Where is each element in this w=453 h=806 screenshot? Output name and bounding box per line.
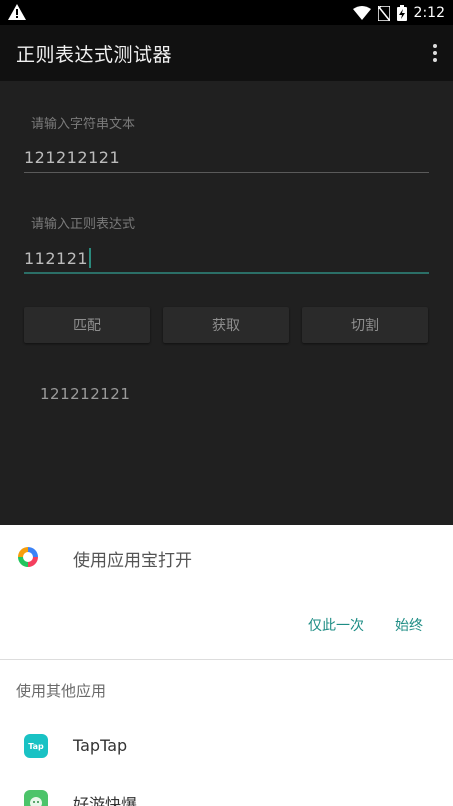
app-title: 正则表达式测试器 xyxy=(16,44,173,66)
regex-input-label: 请输入正则表达式 xyxy=(31,217,136,232)
status-bar: 2:12 xyxy=(0,0,453,25)
app-chooser-sheet: 使用应用宝打开 仅此一次 始终 使用其他应用 Tap TapTap 好游快爆 xyxy=(0,525,453,806)
text-input-label: 请输入字符串文本 xyxy=(31,117,136,132)
match-button[interactable]: 匹配 xyxy=(24,307,150,343)
taptap-app-icon: Tap xyxy=(24,734,48,758)
screen: 2:12 正则表达式测试器 请输入字符串文本 121212121 请输入正则表达… xyxy=(0,0,453,806)
no-sim-icon xyxy=(377,5,390,21)
sheet-divider xyxy=(0,659,453,660)
regex-input-value: 112121 xyxy=(24,249,89,268)
just-once-button[interactable]: 仅此一次 xyxy=(308,615,364,635)
face-icon xyxy=(30,797,42,806)
more-vertical-icon[interactable] xyxy=(431,43,439,63)
warning-icon xyxy=(8,4,26,20)
other-apps-header: 使用其他应用 xyxy=(16,682,107,700)
status-time: 2:12 xyxy=(413,5,445,21)
primary-app-title[interactable]: 使用应用宝打开 xyxy=(73,546,192,571)
text-input[interactable]: 121212121 xyxy=(24,148,120,167)
yingyongbao-app-icon xyxy=(18,547,38,567)
main-content: 请输入字符串文本 121212121 请输入正则表达式 112121 匹配 获取… xyxy=(0,81,453,525)
app-bar: 正则表达式测试器 xyxy=(0,25,453,81)
text-input-underline xyxy=(24,172,429,173)
regex-input[interactable]: 112121 xyxy=(24,248,92,268)
app-row-label: TapTap xyxy=(73,736,128,755)
app-row-label: 好游快爆 xyxy=(73,795,138,806)
taptap-icon-text: Tap xyxy=(28,741,44,751)
split-button[interactable]: 切割 xyxy=(302,307,428,343)
result-text: 121212121 xyxy=(40,385,131,403)
haoyoukuaibao-app-icon xyxy=(24,790,48,806)
status-icons: 2:12 xyxy=(352,3,445,23)
regex-input-underline xyxy=(24,272,429,274)
battery-charging-icon xyxy=(396,5,407,21)
wifi-icon xyxy=(352,6,371,20)
find-button[interactable]: 获取 xyxy=(163,307,289,343)
text-cursor xyxy=(89,248,92,268)
always-button[interactable]: 始终 xyxy=(395,615,423,635)
